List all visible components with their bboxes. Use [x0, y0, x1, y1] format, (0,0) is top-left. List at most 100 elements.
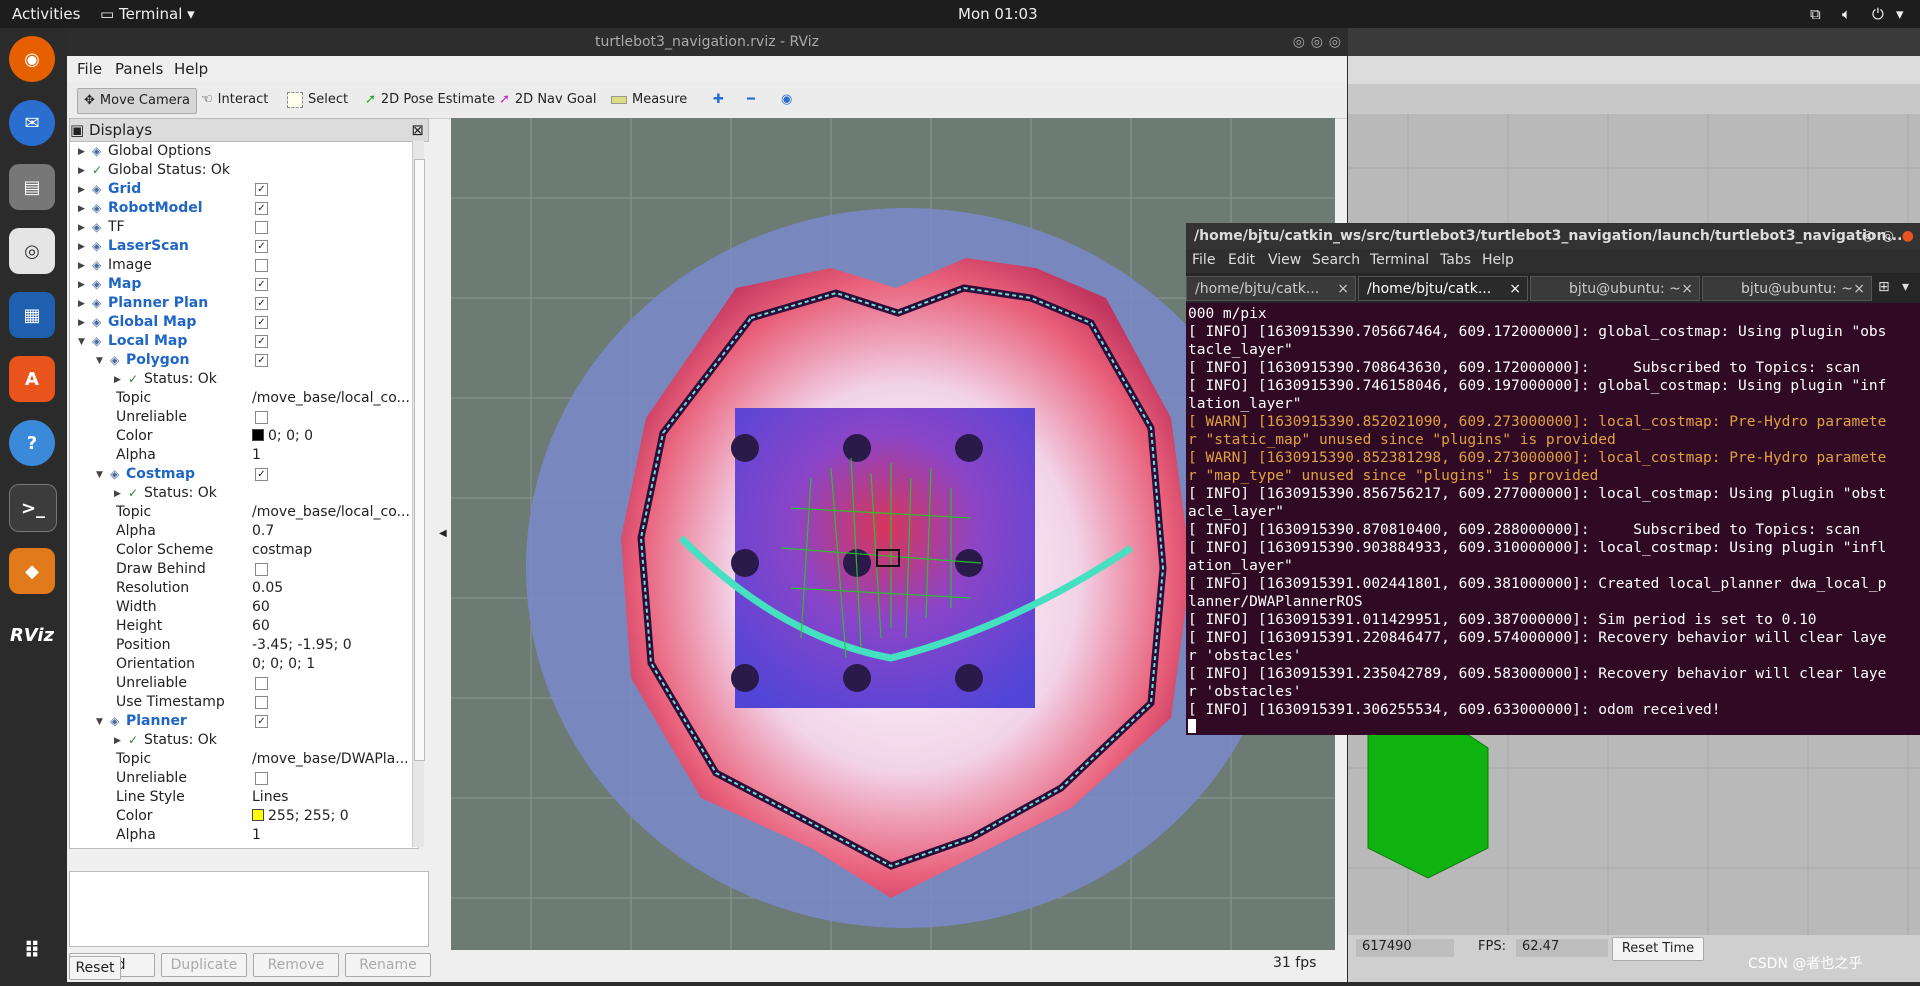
term-menu-file[interactable]: File [1192, 252, 1215, 268]
value-cell[interactable]: 1 [252, 446, 261, 465]
help-icon[interactable]: ? [9, 420, 55, 466]
tree-row[interactable]: Alpha 0.7 [70, 522, 418, 541]
volume-icon[interactable]: 🔈︎ [1842, 5, 1851, 23]
clock[interactable]: Mon 01:03 [958, 5, 1038, 23]
tree-row[interactable]: Unreliable [70, 674, 418, 693]
app-menu[interactable]: ▭ Terminal ▾ [100, 5, 195, 23]
tree-row[interactable]: ▶ LaserScan ◈ ✓ [70, 237, 418, 256]
expanded-arrow-icon[interactable]: ▼ [96, 713, 103, 732]
terminal-tab-3[interactable]: bjtu@ubuntu: ~ × [1530, 276, 1700, 301]
tree-row-value[interactable]: 0; 0; 0 [268, 428, 313, 444]
remove-button[interactable]: Remove [253, 953, 339, 977]
visibility-checkbox[interactable]: ✓ [255, 240, 268, 253]
collapsed-arrow-icon[interactable]: ▶ [78, 314, 85, 333]
terminal-dock-icon[interactable]: >_ [9, 484, 57, 532]
tree-row[interactable]: Topic/move_base/local_co... [70, 503, 418, 522]
tree-row[interactable]: ▶ Global Status: Ok ✓ [70, 161, 418, 180]
tree-row[interactable]: Height 60 [70, 617, 418, 636]
tree-row[interactable]: Use Timestamp [70, 693, 418, 712]
value-cell[interactable]: 1 [252, 826, 261, 845]
term-menu-help[interactable]: Help [1482, 252, 1514, 268]
minimize-icon[interactable]: ◎ [1293, 28, 1305, 56]
software-icon[interactable]: A [9, 356, 55, 402]
value-cell[interactable]: 255; 255; 0 [252, 807, 349, 826]
collapsed-arrow-icon[interactable]: ▶ [78, 143, 85, 162]
tree-row[interactable]: ▶ Global Map ◈ ✓ [70, 313, 418, 332]
term-menu-search[interactable]: Search [1312, 252, 1360, 268]
tree-row-value[interactable]: /move_base/DWAPla... [252, 751, 409, 767]
close-panel-icon[interactable]: ⊠ [411, 119, 424, 141]
remove-tool-button[interactable]: ━ [741, 88, 761, 112]
maximize-icon[interactable]: ◎ [1311, 28, 1323, 56]
collapsed-arrow-icon[interactable]: ▶ [78, 257, 85, 276]
measure-tool[interactable]: Measure [605, 88, 693, 112]
tree-row[interactable]: ▼ Polygon ◈ ✓ [70, 351, 418, 370]
tree-row[interactable]: Alpha 1 [70, 826, 418, 845]
tree-row[interactable]: Color 255; 255; 0 [70, 807, 418, 826]
tree-row[interactable]: Color Scheme costmap [70, 541, 418, 560]
tab-close-icon[interactable]: × [1853, 277, 1865, 302]
collapsed-arrow-icon[interactable]: ▶ [114, 732, 121, 751]
minimize-icon[interactable]: ◎ [1862, 223, 1874, 249]
new-tab-icon[interactable]: ⊞ [1878, 279, 1890, 295]
visibility-checkbox[interactable]: ✓ [255, 316, 268, 329]
view-tool-button[interactable]: ◉ [775, 88, 798, 112]
app-grid-icon[interactable]: ⠿ [9, 928, 55, 974]
terminal-output[interactable]: 000 m/pix [ INFO] [1630915390.705667464, … [1188, 305, 1918, 733]
tree-row[interactable]: ▶ Status: Ok ✓ [70, 731, 418, 750]
visibility-checkbox[interactable] [255, 696, 268, 709]
visibility-checkbox[interactable] [255, 563, 268, 576]
visibility-checkbox[interactable]: ✓ [255, 715, 268, 728]
firefox-icon[interactable]: ◉ [9, 36, 55, 82]
tree-row[interactable]: ▼ Local Map ◈ ✓ [70, 332, 418, 351]
tree-row[interactable]: ▼ Costmap ◈ ✓ [70, 465, 418, 484]
tree-row[interactable]: ▶ Status: Ok ✓ [70, 370, 418, 389]
tree-row[interactable]: Resolution 0.05 [70, 579, 418, 598]
tree-row[interactable]: ▶ Global Options ◈ [70, 142, 418, 161]
collapsed-arrow-icon[interactable]: ▶ [78, 181, 85, 200]
tree-row-value[interactable]: 0.05 [252, 580, 283, 596]
value-cell[interactable]: 0.05 [252, 579, 283, 598]
close-icon[interactable]: ● [1902, 223, 1914, 249]
visibility-checkbox[interactable] [255, 259, 268, 272]
tree-row-value[interactable]: costmap [252, 542, 312, 558]
tree-row[interactable]: Alpha 1 [70, 446, 418, 465]
nav-goal-tool[interactable]: ➚ 2D Nav Goal [493, 88, 602, 112]
tree-row[interactable]: ▶ TF ◈ [70, 218, 418, 237]
collapsed-arrow-icon[interactable]: ▶ [78, 276, 85, 295]
tree-row[interactable]: Topic/move_base/local_co... [70, 389, 418, 408]
network-icon[interactable]: ⧉ [1810, 5, 1821, 23]
expanded-arrow-icon[interactable]: ▼ [96, 352, 103, 371]
visibility-checkbox[interactable] [255, 772, 268, 785]
menu-panels[interactable]: Panels [115, 60, 163, 78]
terminal-tab-1[interactable]: /home/bjtu/catk... × [1186, 276, 1356, 301]
tree-row[interactable]: Unreliable [70, 408, 418, 427]
tree-scrollbar[interactable] [412, 141, 425, 847]
value-cell[interactable]: /move_base/local_co... [252, 389, 410, 408]
value-cell[interactable]: 60 [252, 598, 270, 617]
tree-row-value[interactable]: Lines [252, 789, 288, 805]
menu-help[interactable]: Help [174, 60, 208, 78]
tree-row-value[interactable]: 60 [252, 599, 270, 615]
activities-button[interactable]: Activities [12, 5, 80, 23]
color-swatch[interactable] [252, 429, 264, 441]
rviz-icon[interactable]: RViz [9, 612, 55, 658]
visibility-checkbox[interactable]: ✓ [255, 297, 268, 310]
scroll-thumb[interactable] [414, 159, 425, 761]
tree-row[interactable]: Unreliable [70, 769, 418, 788]
tree-row-value[interactable]: 0; 0; 0; 1 [252, 656, 315, 672]
visibility-checkbox[interactable]: ✓ [255, 278, 268, 291]
expanded-arrow-icon[interactable]: ▼ [78, 333, 85, 352]
visibility-checkbox[interactable]: ✓ [255, 202, 268, 215]
tree-row[interactable]: ▶ Map ◈ ✓ [70, 275, 418, 294]
tree-row-value[interactable]: 0.7 [252, 523, 274, 539]
visibility-checkbox[interactable]: ✓ [255, 354, 268, 367]
select-tool[interactable]: Select [281, 88, 354, 112]
collapsed-arrow-icon[interactable]: ▶ [78, 295, 85, 314]
collapsed-arrow-icon[interactable]: ▶ [78, 238, 85, 257]
terminal-title-bar[interactable]: /home/bjtu/catkin_ws/src/turtlebot3/turt… [1186, 223, 1920, 249]
thunderbird-icon[interactable]: ✉ [9, 100, 55, 146]
color-swatch[interactable] [252, 809, 264, 821]
term-menu-edit[interactable]: Edit [1228, 252, 1255, 268]
value-cell[interactable]: 0; 0; 0; 1 [252, 655, 315, 674]
